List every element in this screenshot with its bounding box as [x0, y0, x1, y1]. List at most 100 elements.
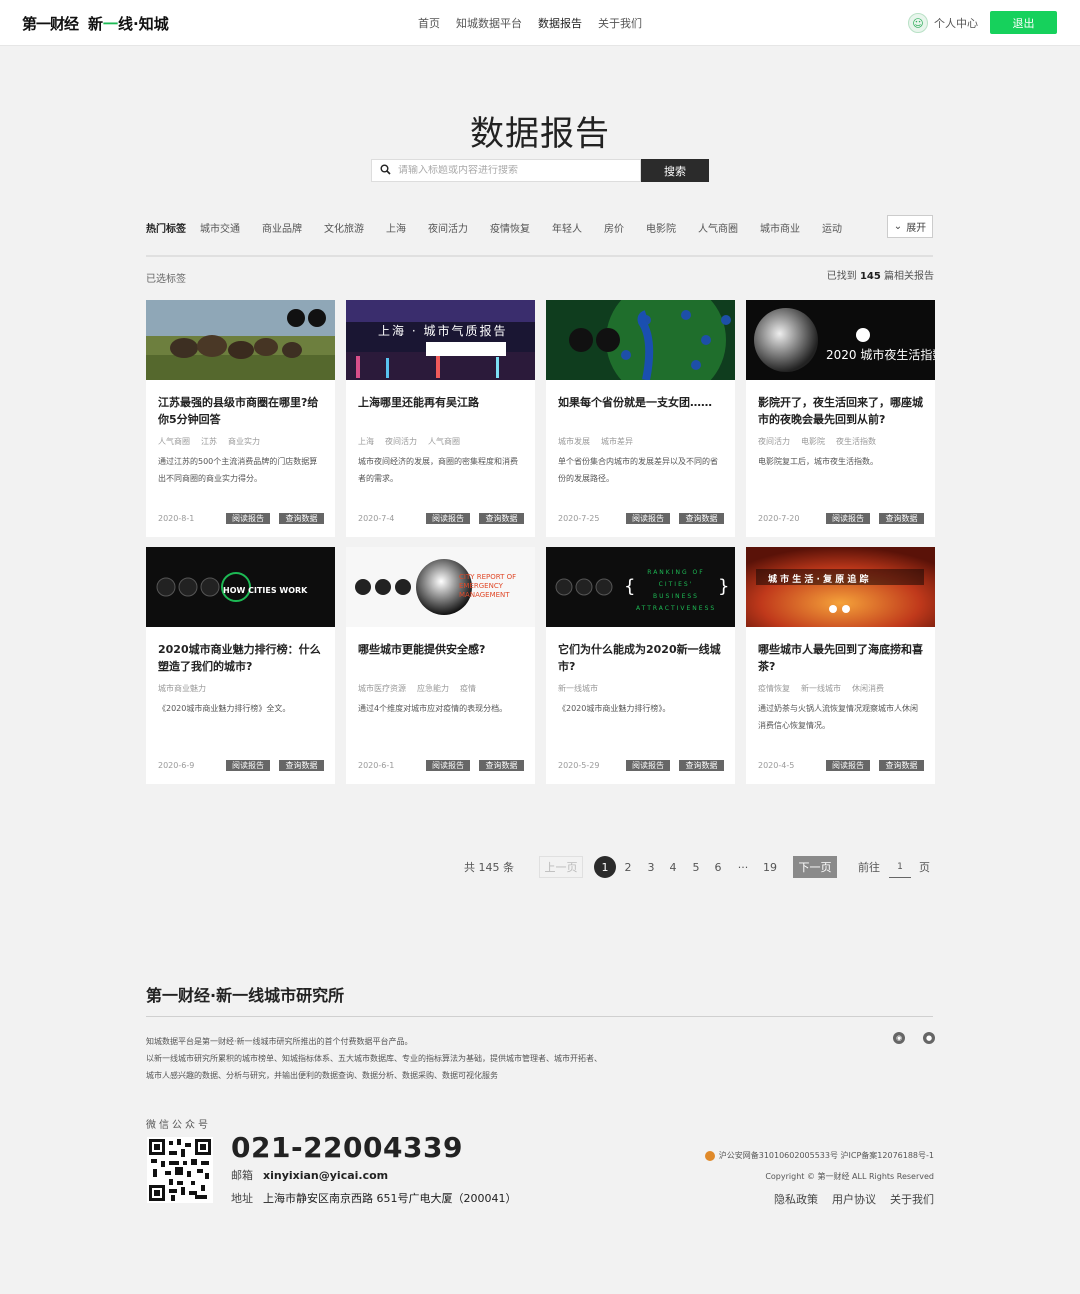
report-tag[interactable]: 电影院 — [801, 436, 825, 447]
prev-page-button[interactable]: 上一页 — [539, 856, 583, 878]
nav-about-us[interactable]: 关于我们 — [598, 15, 642, 31]
next-page-button[interactable]: 下一页 — [793, 856, 837, 878]
report-title[interactable]: 2020城市商业魅力排行榜：什么塑造了我们的城市? — [158, 641, 324, 675]
report-card[interactable]: HOW CITIES WORK 2020城市商业魅力排行榜：什么塑造了我们的城市… — [146, 547, 335, 784]
read-report-button[interactable]: 阅读报告 — [226, 760, 270, 771]
report-tags: 疫情恢复 新一线城市 休闲消费 — [758, 683, 884, 694]
about-us-link[interactable]: 关于我们 — [890, 1191, 934, 1207]
report-tag[interactable]: 夜间活力 — [385, 436, 417, 447]
report-card[interactable]: 上海 · 城市气质报告 上海哪里还能再有吴江路 上海 夜间活力 人气商圈 城市夜… — [346, 300, 535, 537]
report-tag[interactable]: 城市医疗资源 — [358, 683, 406, 694]
page-number[interactable]: 2 — [622, 856, 634, 878]
report-tag[interactable]: 疫情恢复 — [758, 683, 790, 694]
report-tag[interactable]: 人气商圈 — [428, 436, 460, 447]
tag-item[interactable]: 年轻人 — [552, 220, 582, 235]
report-tag[interactable]: 休闲消费 — [852, 683, 884, 694]
tag-item[interactable]: 夜间活力 — [428, 220, 468, 235]
report-tag[interactable]: 江苏 — [201, 436, 217, 447]
report-tag[interactable]: 城市差异 — [601, 436, 633, 447]
tag-item[interactable]: 人气商圈 — [698, 220, 738, 235]
page-ellipsis[interactable]: ··· — [735, 856, 751, 878]
report-card[interactable]: 江苏最强的县级市商圈在哪里?给你5分钟回答 人气商圈 江苏 商业实力 通过江苏的… — [146, 300, 335, 537]
query-data-button[interactable]: 查询数据 — [879, 513, 924, 524]
goto-page-input[interactable]: 1 — [889, 856, 911, 878]
report-tag[interactable]: 疫情 — [460, 683, 476, 694]
query-data-button[interactable]: 查询数据 — [279, 513, 324, 524]
report-tag[interactable]: 夜间活力 — [758, 436, 790, 447]
page-number[interactable]: 5 — [690, 856, 702, 878]
report-tag[interactable]: 新一线城市 — [801, 683, 841, 694]
tag-item[interactable]: 运动 — [822, 220, 842, 235]
page-number[interactable]: 4 — [667, 856, 679, 878]
tag-item[interactable]: 文化旅游 — [324, 220, 364, 235]
report-title[interactable]: 它们为什么能成为2020新一线城市? — [558, 641, 724, 675]
nav-data-reports[interactable]: 数据报告 — [538, 15, 582, 31]
search-button[interactable]: 搜索 — [641, 159, 709, 182]
report-title[interactable]: 哪些城市更能提供安全感? — [358, 641, 524, 658]
report-card[interactable]: 2020 城市夜生活指数 影院开了，夜生活回来了，哪座城市的夜晚会最先回到从前?… — [746, 300, 935, 537]
read-report-button[interactable]: 阅读报告 — [426, 513, 470, 524]
page-number[interactable]: 6 — [712, 856, 724, 878]
pagination: 共 145 条 上一页 1 2 3 4 5 6 ··· 19 下一页 前往 1 … — [0, 856, 1080, 878]
query-data-button[interactable]: 查询数据 — [479, 760, 524, 771]
expand-tags-button[interactable]: ⌄ 展开 — [887, 215, 933, 238]
user-agreement-link[interactable]: 用户协议 — [832, 1191, 876, 1207]
query-data-button[interactable]: 查询数据 — [679, 513, 724, 524]
report-tag[interactable]: 城市商业魅力 — [158, 683, 206, 694]
report-title[interactable]: 如果每个省份就是一支女团…… — [558, 394, 724, 411]
nav-data-platform[interactable]: 知城数据平台 — [456, 15, 522, 31]
privacy-policy-link[interactable]: 隐私政策 — [774, 1191, 818, 1207]
query-data-button[interactable]: 查询数据 — [479, 513, 524, 524]
page-number[interactable]: 3 — [645, 856, 657, 878]
report-tag[interactable]: 应急能力 — [417, 683, 449, 694]
report-tags: 上海 夜间活力 人气商圈 — [358, 436, 460, 447]
report-tag[interactable]: 城市发展 — [558, 436, 590, 447]
report-tag[interactable]: 人气商圈 — [158, 436, 190, 447]
weibo-icon[interactable]: ◉ — [893, 1032, 905, 1044]
report-title[interactable]: 哪些城市人最先回到了海底捞和喜茶? — [758, 641, 924, 675]
report-card[interactable]: 如果每个省份就是一支女团…… 城市发展 城市差异 单个省份集合内城市的发展差异以… — [546, 300, 735, 537]
chevron-down-icon: ⌄ — [893, 221, 903, 232]
read-report-button[interactable]: 阅读报告 — [626, 513, 670, 524]
report-thumbnail-nightlife: 2020 城市夜生活指数 — [746, 300, 935, 380]
tag-item[interactable]: 商业品牌 — [262, 220, 302, 235]
report-tag[interactable]: 夜生活指数 — [836, 436, 876, 447]
report-date: 2020-7-25 — [558, 514, 600, 523]
read-report-button[interactable]: 阅读报告 — [826, 513, 870, 524]
query-data-button[interactable]: 查询数据 — [679, 760, 724, 771]
tag-item[interactable]: 疫情恢复 — [490, 220, 530, 235]
read-report-button[interactable]: 阅读报告 — [826, 760, 870, 771]
query-data-button[interactable]: 查询数据 — [879, 760, 924, 771]
report-card[interactable]: { } RANKING OF CITIES' BUSINESS ATTRACTI… — [546, 547, 735, 784]
logout-button[interactable]: 退出 — [990, 11, 1057, 34]
site-logo[interactable]: 第一财经 新一线·知城 — [22, 12, 169, 34]
report-tag[interactable]: 新一线城市 — [558, 683, 598, 694]
report-card[interactable]: CITY REPORT OF EMERGENCY MANAGEMENT 哪些城市… — [346, 547, 535, 784]
report-title[interactable]: 影院开了，夜生活回来了，哪座城市的夜晚会最先回到从前? — [758, 394, 924, 428]
expand-label: 展开 — [906, 223, 927, 234]
email-link[interactable]: xinyixian@yicai.com — [263, 1169, 388, 1182]
search-icon — [372, 164, 398, 178]
icp-record[interactable]: 沪公安网备31010602005533号 沪ICP备案12076188号-1 — [704, 1150, 934, 1161]
nav-home[interactable]: 首页 — [418, 15, 440, 31]
report-thumbnail-shanghai: 上海 · 城市气质报告 — [346, 300, 535, 380]
report-tag[interactable]: 上海 — [358, 436, 374, 447]
wechat-icon[interactable]: ● — [923, 1032, 935, 1044]
tag-item[interactable]: 上海 — [386, 220, 406, 235]
read-report-button[interactable]: 阅读报告 — [426, 760, 470, 771]
report-tag[interactable]: 商业实力 — [228, 436, 260, 447]
tag-item[interactable]: 电影院 — [646, 220, 676, 235]
query-data-button[interactable]: 查询数据 — [279, 760, 324, 771]
report-title[interactable]: 上海哪里还能再有吴江路 — [358, 394, 524, 411]
report-card[interactable]: 城 市 生 活 · 复 原 追 踪 哪些城市人最先回到了海底捞和喜茶? 疫情恢复… — [746, 547, 935, 784]
read-report-button[interactable]: 阅读报告 — [226, 513, 270, 524]
search-input[interactable] — [398, 165, 640, 176]
page-number[interactable]: 19 — [762, 856, 778, 878]
tag-item[interactable]: 城市商业 — [760, 220, 800, 235]
tag-item[interactable]: 城市交通 — [200, 220, 240, 235]
user-center-link[interactable]: ☺ 个人中心 — [908, 13, 978, 33]
tag-item[interactable]: 房价 — [604, 220, 624, 235]
read-report-button[interactable]: 阅读报告 — [626, 760, 670, 771]
page-number-current[interactable]: 1 — [594, 856, 616, 878]
report-title[interactable]: 江苏最强的县级市商圈在哪里?给你5分钟回答 — [158, 394, 324, 428]
